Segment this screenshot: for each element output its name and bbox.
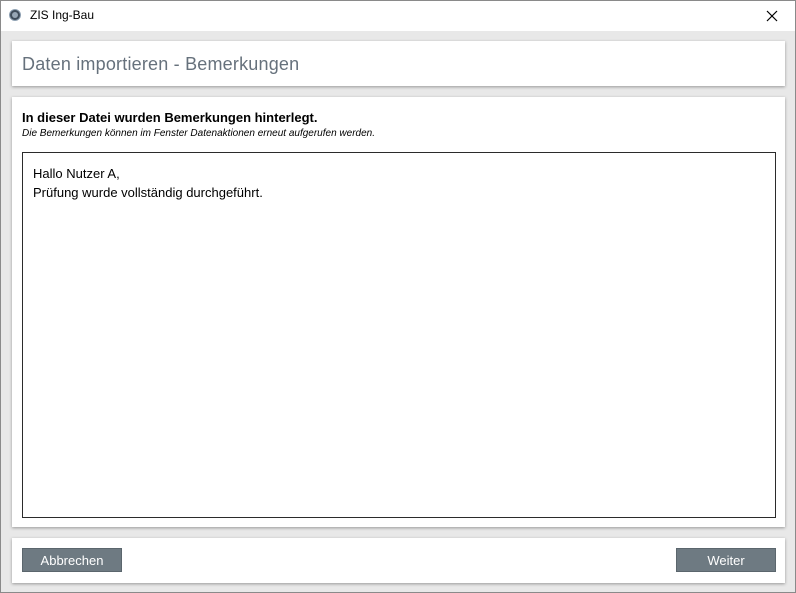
cancel-button[interactable]: Abbrechen (22, 548, 122, 572)
content-heading: In dieser Datei wurden Bemerkungen hinte… (22, 110, 318, 125)
content-panel: In dieser Datei wurden Bemerkungen hinte… (12, 97, 785, 527)
remarks-textbox[interactable]: Hallo Nutzer A, Prüfung wurde vollständi… (22, 152, 776, 518)
close-icon (766, 10, 778, 22)
remarks-line-2: Prüfung wurde vollständig durchgeführt. (33, 185, 263, 200)
page-title: Daten importieren - Bemerkungen (22, 54, 300, 74)
close-button[interactable] (749, 1, 795, 31)
window-title: ZIS Ing-Bau (30, 8, 95, 22)
footer-panel: Abbrechen Weiter (12, 538, 785, 583)
next-button[interactable]: Weiter (676, 548, 776, 572)
header-panel: Daten importieren - Bemerkungen (12, 41, 785, 86)
remarks-line-1: Hallo Nutzer A, (33, 166, 120, 181)
title-bar[interactable]: ZIS Ing-Bau (1, 1, 795, 31)
content-subtext: Die Bemerkungen können im Fenster Datena… (22, 128, 375, 139)
dialog-window: ZIS Ing-Bau Daten importieren - Bemerkun… (0, 0, 796, 593)
app-logo-icon (9, 9, 21, 21)
